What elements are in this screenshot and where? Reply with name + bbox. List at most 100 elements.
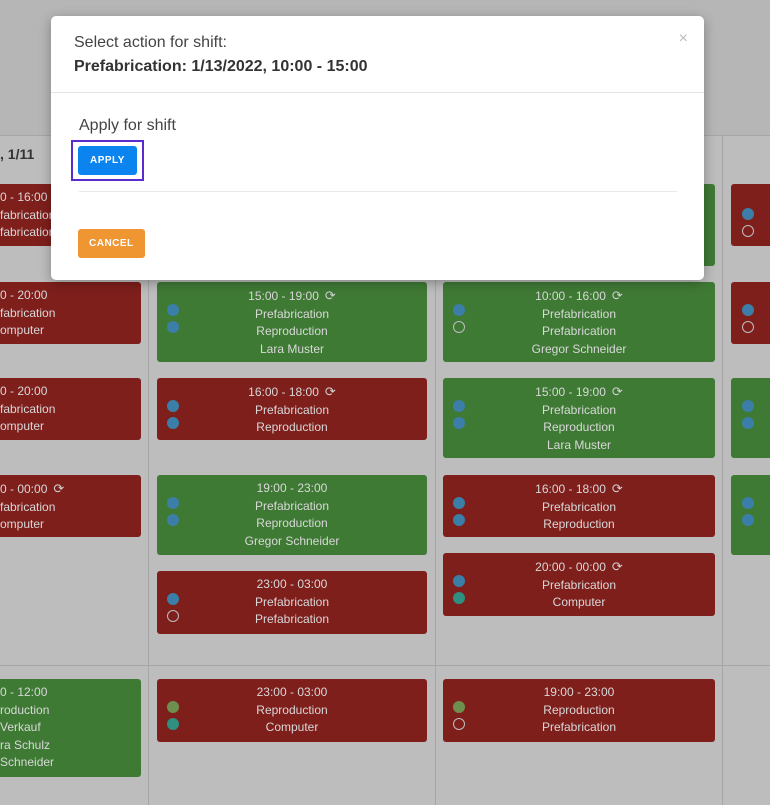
- shift-role: Prefabrication: [254, 402, 330, 417]
- shift-time: 15:00 - 19:00: [535, 385, 606, 399]
- shift-role: fabrication: [0, 401, 56, 416]
- day-header: , 1/11: [0, 146, 35, 162]
- shift-role: Prefabrication: [254, 594, 330, 609]
- shift-card[interactable]: 0 - 20:00 fabrication omputer: [0, 282, 141, 344]
- shift-role: fabrication: [0, 499, 56, 514]
- status-dot: [167, 514, 179, 526]
- recurring-icon: ⟳: [611, 559, 623, 574]
- status-dot: [742, 304, 754, 316]
- shift-card[interactable]: 15:00 - 19:00 ⟳ Prefabrication Reproducti…: [443, 378, 715, 458]
- status-dot: [167, 593, 179, 605]
- recurring-icon: ⟳: [53, 481, 65, 496]
- shift-action-modal: Select action for shift: Prefabrication:…: [51, 16, 704, 280]
- status-dot-empty: [742, 225, 754, 237]
- modal-divider: [79, 191, 677, 192]
- shift-role: Reproduction: [256, 516, 328, 530]
- status-dot: [167, 417, 179, 429]
- shift-role: Prefabrication: [254, 498, 330, 513]
- shift-role: Reproduction: [543, 702, 615, 717]
- status-dot: [742, 514, 754, 526]
- status-dot: [167, 304, 179, 316]
- shift-time: 0 - 00:00: [0, 482, 48, 496]
- shift-employee: Lara Muster: [259, 341, 325, 356]
- shift-role: Prefabrication: [541, 499, 617, 514]
- status-dot: [167, 321, 179, 333]
- shift-card[interactable]: 10:00 - 16:00 ⟳ Prefabrication Prefabrica…: [443, 282, 715, 362]
- shift-role: roduction: [0, 702, 50, 717]
- shift-role: Verkauf: [0, 720, 41, 734]
- status-dot: [453, 575, 465, 587]
- shift-time: 10:00 - 16:00: [535, 289, 606, 303]
- shift-card[interactable]: 15:00 - 19:00 ⟳ Prefabrication Reproducti…: [157, 282, 427, 362]
- status-dot-empty: [742, 321, 754, 333]
- status-dot: [453, 304, 465, 316]
- shift-role: omputer: [0, 419, 45, 433]
- shift-card[interactable]: 19:00 - 23:00 Reproduction Prefabricatio…: [443, 679, 715, 742]
- status-dot: [453, 417, 465, 429]
- status-dot: [167, 701, 179, 713]
- shift-time: 0 - 20:00: [0, 384, 48, 398]
- recurring-icon: ⟳: [611, 481, 623, 496]
- shift-time: 15:00 - 19:00: [248, 289, 319, 303]
- status-dot-empty: [453, 718, 465, 730]
- shift-role: omputer: [0, 323, 45, 337]
- shift-card[interactable]: [731, 282, 770, 344]
- recurring-icon: ⟳: [611, 384, 623, 399]
- status-dot: [742, 497, 754, 509]
- shift-time: 19:00 - 23:00: [256, 481, 328, 495]
- shift-employee: Gregor Schneider: [244, 533, 340, 548]
- shift-time: 23:00 - 03:00: [256, 685, 328, 699]
- shift-role: Prefabrication: [541, 306, 617, 321]
- status-dot-empty: [167, 610, 179, 622]
- shift-card[interactable]: 20:00 - 00:00 ⟳ Prefabrication Computer: [443, 553, 715, 616]
- recurring-icon: ⟳: [324, 288, 336, 303]
- row-divider: [0, 665, 770, 666]
- shift-card[interactable]: [731, 378, 770, 458]
- modal-body: Apply for shift APPLY: [51, 93, 704, 192]
- status-dot-empty: [453, 321, 465, 333]
- shift-employee: Lara Muster: [546, 437, 612, 452]
- shift-role: Computer: [552, 595, 606, 609]
- shift-card[interactable]: 23:00 - 03:00 Reproduction Computer: [157, 679, 427, 742]
- shift-role: Prefabrication: [541, 402, 617, 417]
- column-divider: [722, 135, 723, 805]
- shift-card[interactable]: 19:00 - 23:00 Prefabrication Reproductio…: [157, 475, 427, 555]
- shift-card[interactable]: [731, 184, 770, 246]
- shift-card[interactable]: 0 - 20:00 fabrication omputer: [0, 378, 141, 440]
- status-dot: [453, 400, 465, 412]
- shift-role: Prefabrication: [541, 577, 617, 592]
- recurring-icon: ⟳: [611, 288, 623, 303]
- status-dot: [742, 208, 754, 220]
- modal-header: Select action for shift: Prefabrication:…: [51, 16, 704, 93]
- shift-time: 16:00 - 18:00: [248, 385, 319, 399]
- modal-title: Prefabrication: 1/13/2022, 10:00 - 15:00: [74, 58, 368, 75]
- modal-subtitle: Select action for shift:: [74, 34, 227, 51]
- shift-card[interactable]: 0 - 12:00 roduction Verkauf ra Schulz Sc…: [0, 679, 141, 777]
- cancel-button[interactable]: CANCEL: [78, 229, 145, 258]
- status-dot: [742, 417, 754, 429]
- shift-role: Prefabrication: [254, 306, 330, 321]
- status-dot: [453, 497, 465, 509]
- close-icon[interactable]: ×: [679, 30, 688, 48]
- shift-card[interactable]: [731, 475, 770, 555]
- shift-role: fabrication: [0, 305, 56, 320]
- shift-employee: ra Schulz: [0, 737, 51, 752]
- shift-time: 20:00 - 00:00: [535, 560, 606, 574]
- status-dot: [167, 718, 179, 730]
- shift-card[interactable]: 16:00 - 18:00 ⟳ Prefabrication Reproducti…: [157, 378, 427, 440]
- shift-role: Reproduction: [543, 420, 615, 434]
- shift-role: Prefabrication: [541, 720, 617, 734]
- shift-employee: Gregor Schneider: [531, 341, 627, 356]
- shift-card[interactable]: 0 - 00:00 ⟳ fabrication omputer: [0, 475, 141, 537]
- shift-role: Prefabrication: [254, 612, 330, 626]
- recurring-icon: ⟳: [324, 384, 336, 399]
- status-dot: [167, 497, 179, 509]
- apply-button[interactable]: APPLY: [78, 146, 137, 175]
- shift-card[interactable]: 23:00 - 03:00 Prefabrication Prefabricat…: [157, 571, 427, 634]
- shift-time: 16:00 - 18:00: [535, 482, 606, 496]
- shift-role: Reproduction: [543, 517, 615, 531]
- status-dot: [453, 592, 465, 604]
- status-dot: [453, 514, 465, 526]
- apply-section-title: Apply for shift: [79, 117, 176, 134]
- shift-card[interactable]: 16:00 - 18:00 ⟳ Prefabrication Reproducti…: [443, 475, 715, 537]
